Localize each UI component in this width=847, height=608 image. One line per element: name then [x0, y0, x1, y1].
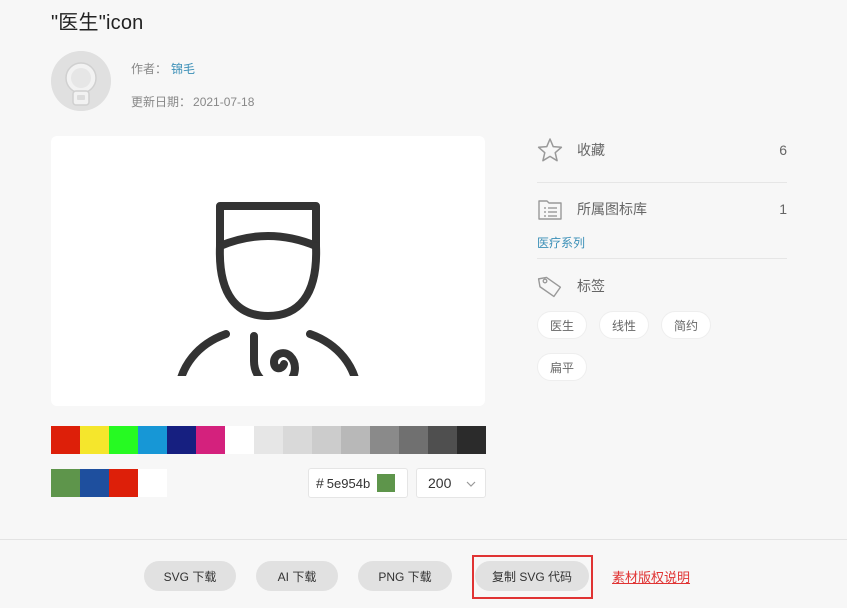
author-name-link[interactable]: 锦毛 [171, 62, 195, 76]
color-swatch[interactable] [225, 426, 254, 454]
color-palette-row-2 [51, 469, 167, 497]
hex-color-field[interactable]: # [308, 468, 408, 498]
copy-svg-code-button[interactable]: 复制 SVG 代码 [475, 561, 589, 591]
license-link[interactable]: 素材版权说明 [612, 567, 690, 586]
astronaut-avatar-icon [51, 51, 111, 111]
color-swatch[interactable] [457, 426, 486, 454]
size-select[interactable]: 200 [416, 468, 486, 498]
hash-label: # [316, 475, 324, 491]
doctor-icon [177, 202, 359, 376]
tags-header: 标签 [537, 272, 787, 300]
color-swatch[interactable] [399, 426, 428, 454]
divider [537, 258, 787, 259]
favorites-row[interactable]: 收藏 6 [537, 136, 787, 164]
color-swatch[interactable] [370, 426, 399, 454]
tag-chip[interactable]: 简约 [661, 311, 711, 339]
color-swatch[interactable] [109, 426, 138, 454]
star-icon [537, 138, 563, 162]
favorites-label: 收藏 [577, 142, 605, 158]
chevron-down-icon [466, 481, 476, 487]
color-swatch[interactable] [428, 426, 457, 454]
color-swatch[interactable] [196, 426, 225, 454]
library-row: 所属图标库 1 [537, 195, 787, 223]
icon-preview [51, 136, 485, 406]
library-link[interactable]: 医疗系列 [537, 234, 585, 251]
author-label: 作者： [131, 62, 168, 76]
color-swatch[interactable] [312, 426, 341, 454]
tag-chip[interactable]: 扁平 [537, 353, 587, 381]
date-value: 2021-07-18 [193, 95, 255, 109]
color-swatch[interactable] [283, 426, 312, 454]
color-swatch[interactable] [138, 469, 167, 497]
color-swatch[interactable] [138, 426, 167, 454]
color-swatch[interactable] [109, 469, 138, 497]
author-line: 作者： 锦毛 [131, 60, 195, 77]
library-folder-icon [538, 200, 562, 220]
size-value: 200 [428, 475, 452, 491]
ai-download-button[interactable]: AI 下载 [256, 561, 338, 591]
avatar[interactable] [51, 51, 111, 111]
tags-label: 标签 [577, 278, 605, 294]
color-swatch[interactable] [51, 426, 80, 454]
tag-chip[interactable]: 医生 [537, 311, 587, 339]
hex-color-preview [376, 474, 395, 492]
tag-chip[interactable]: 线性 [599, 311, 649, 339]
update-date: 更新日期： 2021-07-18 [131, 93, 254, 110]
color-swatch[interactable] [51, 469, 80, 497]
library-label: 所属图标库 [577, 201, 647, 217]
divider [537, 182, 787, 183]
library-count: 1 [779, 201, 787, 217]
date-label: 更新日期： [131, 95, 192, 109]
page-title: "医生"icon [51, 12, 144, 34]
svg-download-button[interactable]: SVG 下载 [144, 561, 236, 591]
color-palette-row-1 [51, 426, 486, 454]
color-swatch[interactable] [80, 469, 109, 497]
color-swatch[interactable] [254, 426, 283, 454]
favorites-count: 6 [779, 142, 787, 158]
color-swatch[interactable] [80, 426, 109, 454]
hex-color-input[interactable] [326, 475, 373, 491]
png-download-button[interactable]: PNG 下载 [358, 561, 452, 591]
color-swatch[interactable] [341, 426, 370, 454]
color-swatch[interactable] [167, 426, 196, 454]
tag-icon [537, 276, 562, 298]
